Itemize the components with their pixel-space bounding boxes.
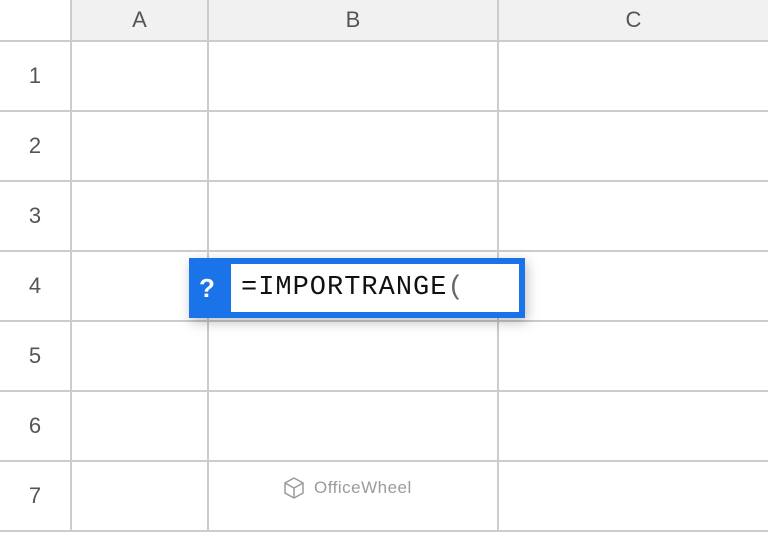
cell-A1[interactable] — [72, 42, 209, 112]
cell-A6[interactable] — [72, 392, 209, 462]
formula-editor: ? =IMPORTRANGE( — [189, 258, 525, 318]
row-header-3[interactable]: 3 — [0, 182, 72, 252]
cell-B2[interactable] — [209, 112, 499, 182]
cell-A7[interactable] — [72, 462, 209, 532]
cell-C7[interactable] — [499, 462, 768, 532]
row-header-1[interactable]: 1 — [0, 42, 72, 112]
cell-B1[interactable] — [209, 42, 499, 112]
cell-A2[interactable] — [72, 112, 209, 182]
column-header-row: A B C — [0, 0, 768, 42]
cell-C5[interactable] — [499, 322, 768, 392]
cell-C4[interactable] — [499, 252, 768, 322]
question-icon: ? — [199, 273, 215, 304]
cell-B5[interactable] — [209, 322, 499, 392]
column-header-A[interactable]: A — [72, 0, 209, 42]
row-header-4[interactable]: 4 — [0, 252, 72, 322]
cell-A5[interactable] — [72, 322, 209, 392]
formula-function-name: =IMPORTRANGE — [241, 273, 447, 303]
column-header-B[interactable]: B — [209, 0, 499, 42]
row-2: 2 — [0, 112, 768, 182]
formula-help-button[interactable]: ? — [189, 258, 225, 318]
row-3: 3 — [0, 182, 768, 252]
row-1: 1 — [0, 42, 768, 112]
row-header-6[interactable]: 6 — [0, 392, 72, 462]
cell-C1[interactable] — [499, 42, 768, 112]
row-header-7[interactable]: 7 — [0, 462, 72, 532]
formula-input[interactable]: =IMPORTRANGE( — [225, 258, 525, 318]
cell-B7[interactable] — [209, 462, 499, 532]
cell-B3[interactable] — [209, 182, 499, 252]
row-header-2[interactable]: 2 — [0, 112, 72, 182]
spreadsheet-grid: A B C 1 2 3 4 5 6 7 — [0, 0, 768, 536]
select-all-corner[interactable] — [0, 0, 72, 42]
formula-open-paren: ( — [447, 273, 464, 303]
row-6: 6 — [0, 392, 768, 462]
cell-C2[interactable] — [499, 112, 768, 182]
row-5: 5 — [0, 322, 768, 392]
row-7: 7 — [0, 462, 768, 532]
cell-A3[interactable] — [72, 182, 209, 252]
cell-B6[interactable] — [209, 392, 499, 462]
column-header-C[interactable]: C — [499, 0, 768, 42]
cell-C6[interactable] — [499, 392, 768, 462]
cell-C3[interactable] — [499, 182, 768, 252]
row-header-5[interactable]: 5 — [0, 322, 72, 392]
